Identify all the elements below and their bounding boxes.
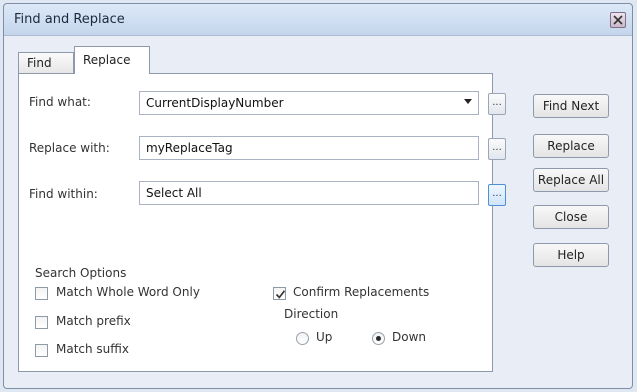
replace-button[interactable]: Replace — [533, 134, 609, 158]
close-button[interactable]: Close — [533, 205, 609, 229]
search-options-label: Search Options — [35, 266, 127, 280]
help-button[interactable]: Help — [533, 243, 609, 267]
direction-down-radio[interactable] — [372, 332, 385, 345]
replace-with-label: Replace with: — [29, 141, 110, 155]
replace-panel: Find what: CurrentDisplayNumber ... Repl… — [18, 73, 506, 372]
match-suffix-label[interactable]: Match suffix — [56, 342, 129, 356]
find-within-input[interactable]: Select All — [139, 181, 479, 205]
find-within-value: Select All — [146, 186, 202, 200]
find-what-label: Find what: — [29, 95, 91, 109]
replace-all-button[interactable]: Replace All — [533, 168, 609, 192]
confirm-replacements-label[interactable]: Confirm Replacements — [293, 285, 429, 299]
find-replace-dialog: Find and Replace Find Replace Find what:… — [3, 3, 633, 389]
close-icon — [613, 15, 623, 25]
match-whole-word-label[interactable]: Match Whole Word Only — [56, 285, 200, 299]
window-title: Find and Replace — [14, 12, 125, 27]
chevron-down-icon[interactable] — [464, 99, 472, 104]
match-suffix-checkbox[interactable] — [35, 344, 48, 357]
title-bar: Find and Replace — [4, 4, 632, 36]
close-window-button[interactable] — [610, 12, 626, 28]
match-whole-word-checkbox[interactable] — [35, 287, 48, 300]
checkmark-icon — [275, 290, 286, 299]
direction-up-label[interactable]: Up — [316, 330, 332, 344]
find-what-combobox[interactable]: CurrentDisplayNumber — [139, 91, 479, 115]
find-within-label: Find within: — [29, 187, 98, 201]
find-within-browse-button[interactable]: ... — [488, 184, 506, 206]
dialog-body: Find Replace Find what: CurrentDisplayNu… — [12, 44, 624, 380]
direction-up-radio[interactable] — [296, 332, 309, 345]
tab-replace[interactable]: Replace — [74, 46, 150, 74]
match-prefix-label[interactable]: Match prefix — [56, 314, 131, 328]
match-prefix-checkbox[interactable] — [35, 316, 48, 329]
direction-down-label[interactable]: Down — [392, 330, 426, 344]
replace-with-value: myReplaceTag — [146, 141, 233, 155]
replace-with-input[interactable]: myReplaceTag — [139, 136, 479, 160]
direction-label: Direction — [284, 307, 339, 321]
replace-with-browse-button[interactable]: ... — [488, 138, 506, 160]
confirm-replacements-checkbox[interactable] — [273, 287, 286, 300]
find-what-value: CurrentDisplayNumber — [146, 96, 284, 110]
find-what-browse-button[interactable]: ... — [488, 93, 506, 115]
find-next-button[interactable]: Find Next — [533, 94, 609, 118]
tab-find[interactable]: Find — [18, 52, 74, 74]
